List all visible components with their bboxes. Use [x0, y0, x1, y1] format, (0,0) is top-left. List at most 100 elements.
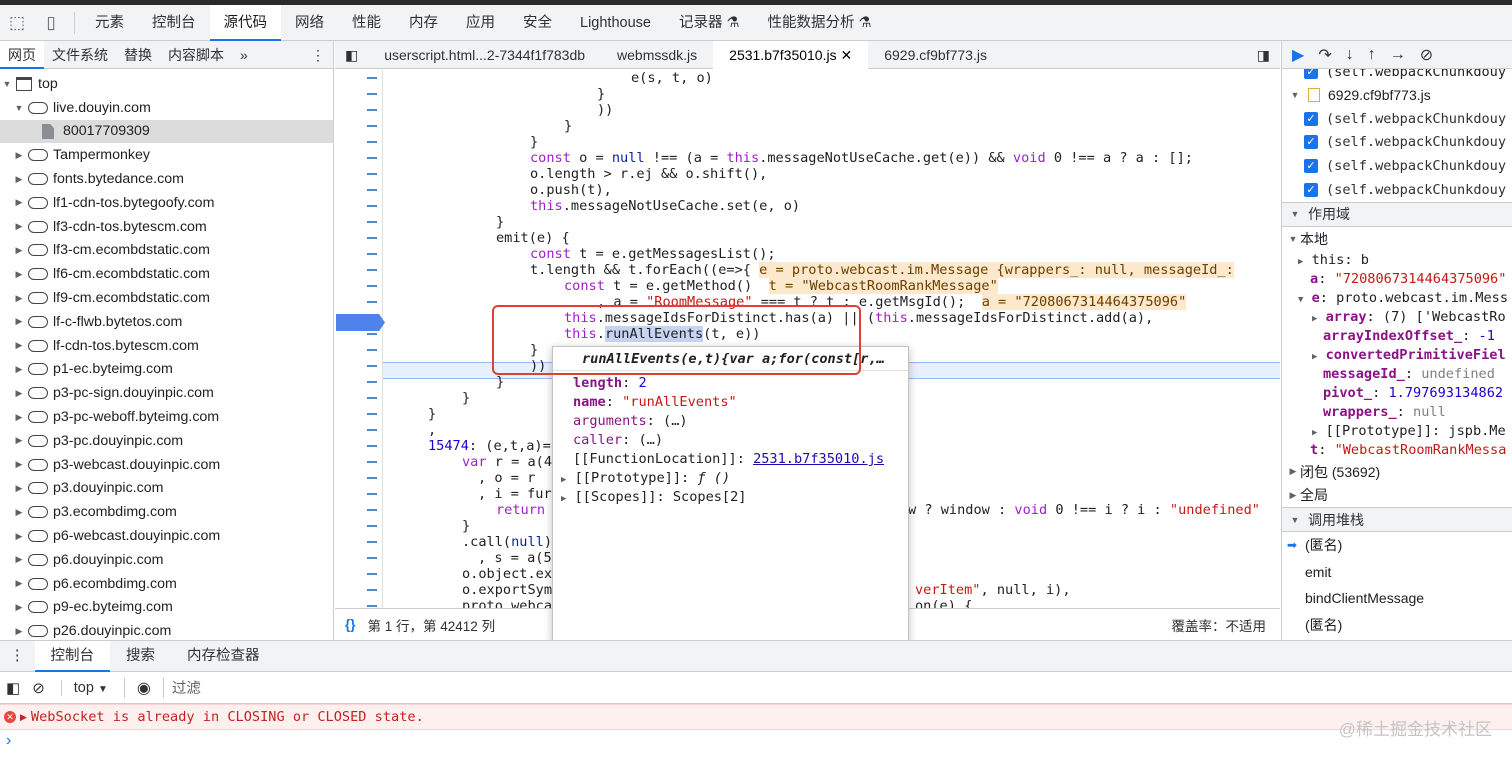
drawer-menu-icon[interactable]: ⋮ [0, 641, 35, 672]
prop-prototype[interactable]: ▶ [[Prototype]]: jspb.Me [1282, 422, 1512, 441]
tab-security[interactable]: 安全 [509, 5, 566, 41]
prop-convertedPrimitiveFields[interactable]: ▶ convertedPrimitiveFiel [1282, 346, 1512, 365]
toggle-navigator-icon[interactable]: ◧ [335, 41, 368, 69]
breakpoint-item[interactable]: ✓ (self.webpackChunkdouy [1282, 107, 1512, 131]
scope-var-e[interactable]: ▼ e: proto.webcast.im.Mess [1282, 289, 1512, 308]
callstack-section-header[interactable]: ▼ 调用堆栈 [1282, 507, 1512, 533]
checkbox[interactable]: ✓ [1304, 135, 1318, 150]
expand-arrow-icon[interactable]: ▶ [20, 712, 27, 723]
popover-prop[interactable]: ▶ [[Scopes]]: Scopes[2] [553, 488, 908, 507]
tab-elements[interactable]: 元素 [81, 5, 138, 41]
tree-node-domain[interactable]: ▶ lf6-cm.ecombdstatic.com [0, 262, 333, 286]
toggle-debugger-icon[interactable]: ◨ [1247, 41, 1280, 69]
tree-node-domain[interactable]: ▶ p3.douyinpic.com [0, 477, 333, 501]
checkbox[interactable]: ✓ [1304, 183, 1318, 198]
tab-page[interactable]: 网页 [0, 41, 44, 69]
breakpoint-file[interactable]: ▼ 6929.cf9bf773.js [1282, 83, 1512, 107]
function-location-link[interactable]: 2531.b7f35010.js [753, 451, 884, 467]
tab-console[interactable]: 控制台 [138, 5, 210, 41]
prop-array[interactable]: ▶ array: (7) ['WebcastRo [1282, 308, 1512, 327]
tree-node-domain[interactable]: ▶ p6-webcast.douyinpic.com [0, 524, 333, 548]
live-expression-eye-icon[interactable]: ◉ [123, 677, 151, 698]
file-tab-2531[interactable]: 2531.b7f35010.js ✕ [713, 40, 869, 69]
tree-node-domain[interactable]: ▶ p9-ec.byteimg.com [0, 596, 333, 620]
popover-prop[interactable]: arguments: (…) [553, 412, 908, 431]
step-over-icon[interactable]: ↷ [1318, 45, 1331, 65]
tree-node-domain[interactable]: ▶ lf3-cdn-tos.bytescm.com [0, 215, 333, 239]
popover-prop[interactable]: ▶ [[Prototype]]: ƒ () [553, 469, 908, 488]
breakpoint-item[interactable]: ✓ (self.webpackChunkdouy [1282, 178, 1512, 202]
tab-application[interactable]: 应用 [452, 5, 509, 41]
step-into-icon[interactable]: ↓ [1346, 46, 1354, 64]
pretty-print-button[interactable]: {} [345, 617, 356, 632]
tab-lighthouse[interactable]: Lighthouse [566, 5, 665, 41]
tab-memory[interactable]: 内存 [395, 5, 452, 41]
code-text: w ? window : [908, 502, 1015, 518]
tree-node-domain[interactable]: ▶ lf9-cm.ecombdstatic.com [0, 286, 333, 310]
tree-node-domain[interactable]: ▶ Tampermonkey [0, 143, 333, 167]
drawer-tab-console[interactable]: 控制台 [34, 640, 110, 672]
tree-node-domain[interactable]: ▶ lf3-cm.ecombdstatic.com [0, 239, 333, 263]
device-toolbar-icon[interactable]: ▯ [34, 5, 68, 41]
checkbox[interactable]: ✓ [1304, 69, 1318, 79]
clear-console-icon[interactable]: ⊘ [32, 679, 45, 697]
tab-filesystem[interactable]: 文件系统 [44, 41, 116, 69]
tree-node-domain[interactable]: ▶ p3-webcast.douyinpic.com [0, 453, 333, 477]
tab-recorder[interactable]: 记录器 ⚗ [665, 5, 754, 41]
context-selector[interactable]: top ▼ [60, 679, 108, 696]
tree-node-domain[interactable]: ▶ p3-pc-sign.douyinpic.com [0, 381, 333, 405]
tree-node-origin[interactable]: ▼ live.douyin.com [0, 96, 333, 120]
callstack-frame[interactable]: emit [1282, 559, 1512, 586]
file-tab-webmssdk[interactable]: webmssdk.js [601, 41, 713, 69]
tab-content-scripts[interactable]: 内容脚本 [160, 41, 232, 69]
scope-local[interactable]: ▼ 本地 [1282, 227, 1512, 251]
breakpoint-item[interactable]: ✓ (self.webpackChunkdouy [1282, 154, 1512, 178]
callstack-frame[interactable]: (匿名) [1282, 612, 1512, 639]
popover-prop[interactable]: caller: (…) [553, 431, 908, 450]
tree-node-domain[interactable]: ▶ p3-pc.douyinpic.com [0, 429, 333, 453]
kebab-menu-icon[interactable]: ⋮ [303, 41, 333, 69]
tree-node-domain[interactable]: ▶ fonts.bytedance.com [0, 167, 333, 191]
resume-icon[interactable]: ▶︎ [1292, 45, 1304, 65]
tree-node-domain[interactable]: ▶ p6.douyinpic.com [0, 548, 333, 572]
breakpoint-marker[interactable] [336, 314, 385, 331]
drawer-tab-search[interactable]: 搜索 [110, 641, 171, 672]
drawer-tab-memory-inspector[interactable]: 内存检查器 [171, 641, 276, 672]
callstack-frame[interactable]: ➡ (匿名) [1282, 532, 1512, 559]
step-icon[interactable]: → [1390, 46, 1406, 64]
tab-performance[interactable]: 性能 [338, 5, 395, 41]
callstack-frame[interactable]: bindClientMessage [1282, 585, 1512, 612]
tree-node-domain[interactable]: ▶ p3.ecombdimg.com [0, 500, 333, 524]
tab-sources[interactable]: 源代码 [209, 4, 281, 41]
scope-section-header[interactable]: ▼ 作用域 [1282, 201, 1512, 227]
file-tab-userscript[interactable]: userscript.html...2-7344f1f783db [368, 41, 601, 69]
file-tab-6929[interactable]: 6929.cf9bf773.js [868, 41, 1003, 69]
tree-node-domain[interactable]: ▶ lf1-cdn-tos.bytegoofy.com [0, 191, 333, 215]
tab-performance-insights[interactable]: 性能数据分析 ⚗ [753, 5, 885, 41]
tree-node-top[interactable]: ▼ top [0, 72, 333, 96]
step-out-icon[interactable]: ↑ [1368, 46, 1376, 64]
tab-overrides[interactable]: 替换 [116, 41, 160, 69]
tree-node-domain[interactable]: ▶ p6.ecombdimg.com [0, 572, 333, 596]
sidebar-toggle-icon[interactable]: ◧ [6, 679, 20, 697]
tree-node-domain[interactable]: ▶ lf-c-flwb.bytetos.com [0, 310, 333, 334]
checkbox[interactable]: ✓ [1304, 111, 1318, 126]
tree-node-file[interactable]: 80017709309 [0, 119, 333, 144]
scope-closure[interactable]: ▶ 闭包 (53692) [1282, 460, 1512, 484]
more-tabs-icon[interactable]: » [232, 41, 256, 69]
checkbox[interactable]: ✓ [1304, 159, 1318, 174]
tree-node-domain[interactable]: ▶ p1-ec.byteimg.com [0, 358, 333, 382]
console-filter-input[interactable]: 过滤 [162, 677, 463, 698]
tree-node-domain[interactable]: ▶ p3-pc-weboff.byteimg.com [0, 405, 333, 429]
scope-global[interactable]: ▶ 全局 [1282, 484, 1512, 508]
inspect-element-icon[interactable]: ⬚ [0, 5, 34, 41]
breakpoint-item[interactable]: ✓ (self.webpackChunkdouy [1282, 131, 1512, 155]
tree-node-domain[interactable]: ▶ p26.douyinpic.com [0, 619, 333, 640]
scope-var-this[interactable]: ▶ this: b [1282, 251, 1512, 270]
console-prompt[interactable]: › [0, 730, 1512, 752]
tab-network[interactable]: 网络 [281, 5, 338, 41]
console-error-message[interactable]: ✕ ▶ WebSocket is already in CLOSING or C… [0, 704, 1512, 730]
close-icon[interactable]: ✕ [840, 47, 852, 63]
tree-node-domain[interactable]: ▶ lf-cdn-tos.bytescm.com [0, 334, 333, 358]
deactivate-breakpoints-icon[interactable]: ⊘ [1420, 45, 1433, 65]
